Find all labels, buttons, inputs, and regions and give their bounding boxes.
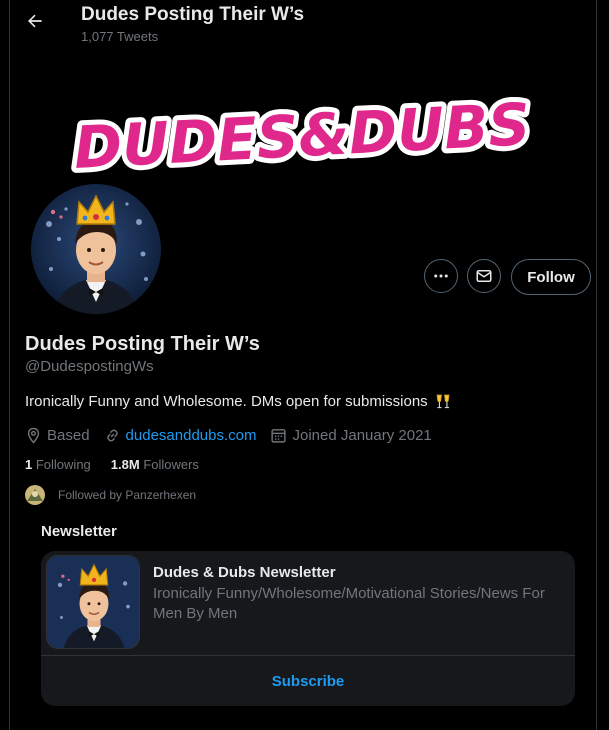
bio-text: Ironically Funny and Wholesome. DMs open… — [25, 392, 428, 410]
more-options-button[interactable] — [424, 259, 458, 293]
newsletter-heading: Newsletter — [41, 523, 117, 540]
profile-meta: Based dudesanddubs.com Joined January 20… — [25, 425, 446, 445]
avatar-image — [31, 184, 161, 314]
tweet-count: 1,077 Tweets — [81, 29, 159, 44]
calendar-icon — [271, 428, 287, 443]
clinking-glasses-icon — [436, 394, 450, 409]
website-link[interactable]: dudesanddubs.com — [126, 427, 257, 444]
following-label: Following — [35, 457, 91, 472]
message-button[interactable] — [467, 259, 501, 293]
back-button[interactable] — [18, 4, 52, 38]
follower-avatar — [25, 485, 45, 505]
left-column-border — [0, 0, 10, 730]
followed-by-text: Followed by Panzerhexen — [58, 488, 197, 502]
followers-count: 1.8M — [110, 457, 140, 472]
subscribe-button[interactable]: Subscribe — [41, 656, 575, 706]
followers-stat[interactable]: 1.8M Followers — [111, 457, 199, 472]
follow-button[interactable]: Follow — [511, 259, 591, 295]
followed-by[interactable]: Followed by Panzerhexen — [25, 485, 196, 505]
newsletter-title: Dudes & Dubs Newsletter — [153, 564, 336, 581]
joined-item: Joined January 2021 — [270, 426, 432, 444]
banner-logo-text: DUDES&DUBS — [72, 90, 532, 182]
profile-avatar[interactable] — [28, 181, 164, 317]
display-name: Dudes Posting Their W’s — [25, 333, 260, 355]
location-item: Based — [25, 427, 90, 444]
newsletter-description: Ironically Funny/Wholesome/Motivational … — [153, 585, 545, 622]
location-text: Based — [47, 426, 90, 444]
mail-icon — [476, 270, 492, 282]
back-arrow-icon — [28, 14, 42, 28]
location-pin-icon — [27, 427, 40, 444]
right-column-border — [596, 0, 609, 730]
joined-text: Joined January 2021 — [292, 426, 432, 444]
more-icon — [434, 274, 448, 278]
followers-label: Followers — [143, 457, 199, 472]
follow-stats: 1 Following 1.8M Followers — [25, 457, 219, 472]
header-title: Dudes Posting Their W’s — [81, 4, 305, 25]
following-stat[interactable]: 1 Following — [25, 457, 91, 472]
profile-bio: Ironically Funny and Wholesome. DMs open… — [25, 392, 452, 410]
newsletter-card[interactable]: Dudes & Dubs Newsletter Ironically Funny… — [41, 551, 575, 706]
newsletter-thumbnail — [46, 555, 140, 649]
link-icon — [106, 428, 118, 442]
profile-handle: @DudespostingWs — [25, 358, 154, 375]
website-item: dudesanddubs.com — [104, 427, 257, 444]
following-count: 1 — [25, 457, 33, 472]
